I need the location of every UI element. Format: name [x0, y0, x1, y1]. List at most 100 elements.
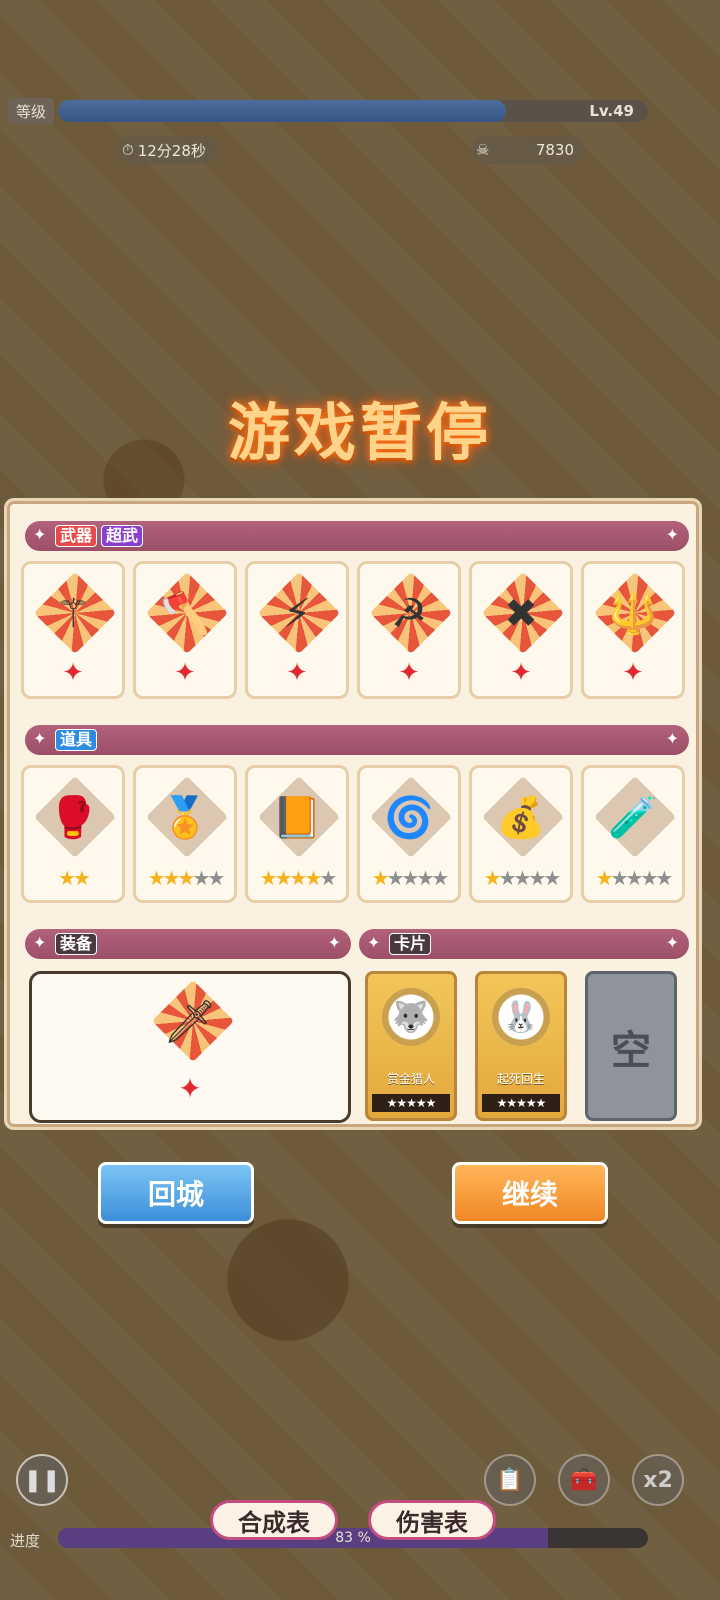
timer-text: 12分28秒 [137, 141, 206, 160]
empty-star-icon: ★ [319, 866, 337, 890]
pause-button[interactable]: ❚❚ [16, 1454, 68, 1506]
item-stars: ★★★★★ [472, 866, 570, 890]
machete-icon: 🗡 [163, 997, 217, 1046]
empty-star-icon: ★ [386, 866, 405, 890]
continue-button[interactable]: 继续 [452, 1162, 608, 1224]
timer: ⏱ 12分28秒 [118, 136, 218, 164]
cards-section-header: ✦ 卡片 ✦ [359, 929, 689, 959]
red-star-icon: ✦ [62, 658, 84, 688]
sparkle-icon: ✦ [665, 525, 679, 544]
speed-button[interactable]: x2 [632, 1454, 684, 1506]
super-weapons-tag: 超武 [101, 525, 144, 547]
inventory-panel: ✦ 武器 超武 ✦ ⚚ ✦ 🪓 ✦ ⚡ ✦ ☭ ✦ ✖ ✦ 🔱 ✦ ✦ 道具 ✦ [4, 498, 702, 1130]
chest-button[interactable]: 🧰 [558, 1454, 610, 1506]
card-bounty-hunter[interactable]: 🐺 赏金猎人 ★★★★★ [365, 971, 457, 1121]
filled-star-icon: ★ [304, 866, 322, 890]
card-name: 赏金猎人 [386, 1072, 435, 1086]
recipe-table-button[interactable]: 合成表 [210, 1500, 338, 1540]
empty-star-icon: ★ [416, 866, 434, 890]
item-slot-2[interactable]: 🏅 ★★★★★ [133, 765, 237, 903]
filled-star-icon: ★ [274, 866, 293, 890]
level-text: Lv.49 [589, 102, 634, 120]
clipboard-icon: 📋 [496, 1467, 524, 1493]
sparkle-icon: ✦ [367, 933, 381, 952]
axe-icon: 🪓 [160, 591, 210, 637]
red-star-icon: ✦ [286, 658, 308, 688]
card-stars: ★★★★★ [482, 1094, 560, 1112]
stage-progress-bar: 83 % [58, 1528, 648, 1548]
sparkle-icon: ✦ [33, 525, 47, 544]
empty-star-icon: ★ [498, 866, 517, 890]
weapons-tag: 武器 [55, 525, 98, 547]
card-name: 起死回生 [496, 1072, 545, 1086]
weapon-slot-2[interactable]: 🪓 ✦ [133, 561, 237, 699]
kill-counter: ☠ 7830 [472, 136, 584, 164]
red-star-icon: ✦ [622, 658, 644, 688]
weapon-slot-1[interactable]: ⚚ ✦ [21, 561, 125, 699]
filled-star-icon: ★ [58, 866, 76, 890]
sparkle-icon: ✦ [665, 729, 679, 748]
empty-star-icon: ★ [401, 866, 420, 890]
item-slot-1[interactable]: 🥊 ★★ [21, 765, 125, 903]
bracer-icon: 🥊 [48, 795, 98, 841]
empty-star-icon: ★ [431, 866, 449, 890]
vortex-icon: 🌀 [384, 795, 434, 841]
filled-star-icon: ★ [483, 866, 502, 890]
empty-star-icon: ★ [513, 866, 532, 890]
speed-label: x2 [643, 1467, 673, 1493]
empty-star-icon: ★ [192, 866, 210, 890]
weapon-slot-4[interactable]: ☭ ✦ [357, 561, 461, 699]
equipment-slot[interactable]: 🗡 ✦ [29, 971, 351, 1123]
empty-label: 空 [611, 1028, 651, 1074]
equipment-tag: 装备 [55, 933, 98, 955]
filled-star-icon: ★ [162, 866, 181, 890]
weapons-section-header: ✦ 武器 超武 ✦ [25, 521, 689, 551]
filled-star-icon: ★ [73, 866, 91, 890]
return-to-town-button[interactable]: 回城 [98, 1162, 254, 1224]
clipboard-button[interactable]: 📋 [484, 1454, 536, 1506]
scythe-icon: ☭ [391, 591, 427, 637]
empty-star-icon: ★ [528, 866, 546, 890]
empty-star-icon: ★ [640, 866, 658, 890]
progress-text: 83 % [335, 1530, 371, 1546]
level-label: 等级 [8, 98, 54, 124]
filled-star-icon: ★ [259, 866, 278, 890]
damage-table-button[interactable]: 伤害表 [368, 1500, 496, 1540]
equipment-section-header: ✦ 装备 ✦ [25, 929, 351, 959]
item-slot-4[interactable]: 🌀 ★★★★★ [357, 765, 461, 903]
fire-tome-icon: 📙 [272, 795, 322, 841]
filled-star-icon: ★ [595, 866, 614, 890]
wolf-icon: 🐺 [382, 988, 440, 1046]
filled-star-icon: ★ [371, 866, 390, 890]
empty-star-icon: ★ [655, 866, 673, 890]
item-stars: ★★★★★ [136, 866, 234, 890]
item-stars: ★★★★★ [584, 866, 682, 890]
items-tag: 道具 [55, 729, 98, 751]
skull-icon: ☠ [476, 141, 490, 159]
weapon-slot-3[interactable]: ⚡ ✦ [245, 561, 349, 699]
filled-star-icon: ★ [177, 866, 196, 890]
clock-icon: ⏱ [122, 141, 134, 159]
item-stars: ★★★★★ [360, 866, 458, 890]
level-progress-fill [58, 100, 507, 122]
empty-star-icon: ★ [610, 866, 629, 890]
empty-star-icon: ★ [543, 866, 561, 890]
filled-star-icon: ★ [289, 866, 308, 890]
weapon-slot-5[interactable]: ✖ ✦ [469, 561, 573, 699]
item-slot-3[interactable]: 📙 ★★★★★ [245, 765, 349, 903]
gold-bag-icon: 💰 [496, 795, 546, 841]
rabbit-icon: 🐰 [492, 988, 550, 1046]
winged-amulet-icon: 🏅 [160, 795, 210, 841]
red-star-icon: ✦ [510, 658, 532, 688]
level-progress-bar: Lv.49 [58, 100, 648, 122]
item-slot-5[interactable]: 💰 ★★★★★ [469, 765, 573, 903]
weapon-slot-6[interactable]: 🔱 ✦ [581, 561, 685, 699]
red-star-icon: ✦ [178, 1072, 202, 1105]
card-revive[interactable]: 🐰 起死回生 ★★★★★ [475, 971, 567, 1121]
potion-icon: 🧪 [608, 795, 658, 841]
item-slot-6[interactable]: 🧪 ★★★★★ [581, 765, 685, 903]
card-empty-slot[interactable]: 空 [585, 971, 677, 1121]
items-section-header: ✦ 道具 ✦ [25, 725, 689, 755]
pause-icon: ❚❚ [23, 1467, 61, 1493]
kill-count: 7830 [535, 141, 574, 159]
